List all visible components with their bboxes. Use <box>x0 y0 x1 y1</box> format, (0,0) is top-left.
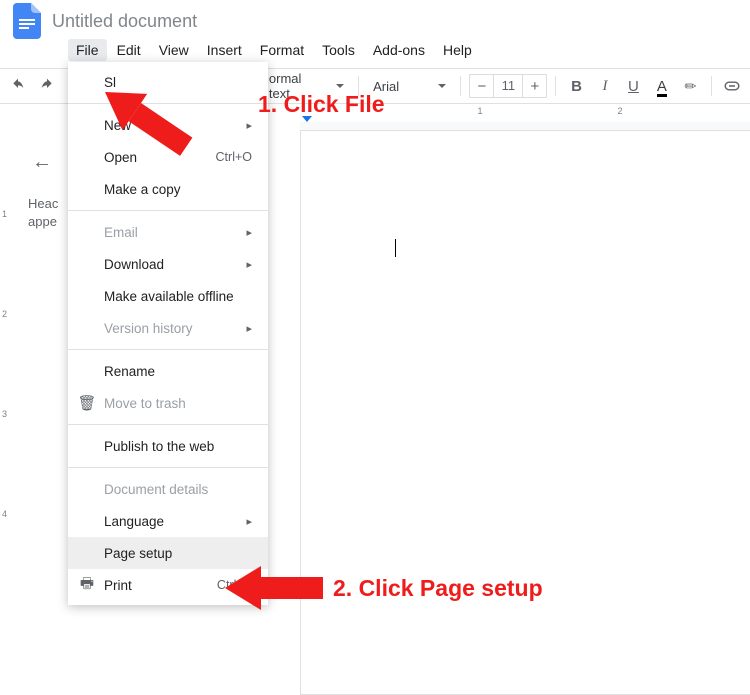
file-menu-language[interactable]: Language▸ <box>68 505 268 537</box>
menu-format[interactable]: Format <box>252 39 312 61</box>
print-icon: 🖶 <box>78 573 96 598</box>
menu-addons[interactable]: Add-ons <box>365 39 433 61</box>
outline-placeholder-text: Heac appe <box>28 195 68 231</box>
menu-tools[interactable]: Tools <box>314 39 363 61</box>
submenu-arrow-icon: ▸ <box>246 322 252 335</box>
text-cursor <box>395 239 396 257</box>
separator <box>68 424 268 425</box>
undo-button[interactable] <box>6 73 30 99</box>
font-size-stepper: − 11 + <box>469 74 547 98</box>
document-title[interactable]: Untitled document <box>52 11 197 32</box>
file-menu-page-setup[interactable]: Page setup <box>68 537 268 569</box>
file-menu-publish[interactable]: Publish to the web <box>68 430 268 462</box>
arrow-icon <box>225 566 323 610</box>
file-menu-version-history[interactable]: Version history▸ <box>68 312 268 344</box>
submenu-arrow-icon: ▸ <box>246 226 252 239</box>
separator <box>711 76 712 96</box>
file-menu-email[interactable]: Email▸ <box>68 216 268 248</box>
file-menu-details[interactable]: Document details <box>68 473 268 505</box>
annotation-click-page-setup: 2. Click Page setup <box>225 566 543 610</box>
separator <box>68 210 268 211</box>
separator <box>460 76 461 96</box>
text-color-button[interactable]: A <box>650 73 674 99</box>
menu-insert[interactable]: Insert <box>199 39 250 61</box>
separator <box>68 467 268 468</box>
menu-bar: File Edit View Insert Format Tools Add-o… <box>68 38 750 62</box>
font-size-increase[interactable]: + <box>523 74 547 98</box>
italic-button[interactable]: I <box>593 73 617 99</box>
annotation-label: 2. Click Page setup <box>333 575 543 602</box>
file-menu-move-to-trash[interactable]: 🗑Move to trash <box>68 387 268 419</box>
docs-logo-icon[interactable] <box>12 2 42 40</box>
separator <box>68 349 268 350</box>
highlight-color-button[interactable]: ✎ <box>678 73 702 99</box>
page[interactable] <box>300 130 750 695</box>
insert-link-button[interactable] <box>720 73 744 99</box>
file-menu-rename[interactable]: Rename <box>68 355 268 387</box>
outline-collapse-button[interactable]: ← <box>28 148 56 176</box>
menu-edit[interactable]: Edit <box>109 39 149 61</box>
menu-file[interactable]: File <box>68 39 107 61</box>
font-size-decrease[interactable]: − <box>469 74 493 98</box>
submenu-arrow-icon: ▸ <box>246 258 252 271</box>
submenu-arrow-icon: ▸ <box>246 515 252 528</box>
trash-icon: 🗑 <box>78 394 96 412</box>
file-menu-offline[interactable]: Make available offline <box>68 280 268 312</box>
file-menu-make-copy[interactable]: Make a copy <box>68 173 268 205</box>
bold-button[interactable]: B <box>564 73 588 99</box>
annotation-click-file: 1. Click File <box>105 65 385 118</box>
vertical-ruler: 1 2 3 4 <box>0 104 16 675</box>
shortcut-label: Ctrl+O <box>216 150 252 164</box>
chevron-down-icon <box>438 84 446 88</box>
menu-help[interactable]: Help <box>435 39 480 61</box>
submenu-arrow-icon: ▸ <box>246 119 252 132</box>
underline-button[interactable]: U <box>621 73 645 99</box>
file-menu-download[interactable]: Download▸ <box>68 248 268 280</box>
redo-button[interactable] <box>34 73 58 99</box>
font-size-input[interactable]: 11 <box>493 74 523 98</box>
annotation-label: 1. Click File <box>258 91 385 118</box>
menu-view[interactable]: View <box>151 39 197 61</box>
separator <box>555 76 556 96</box>
